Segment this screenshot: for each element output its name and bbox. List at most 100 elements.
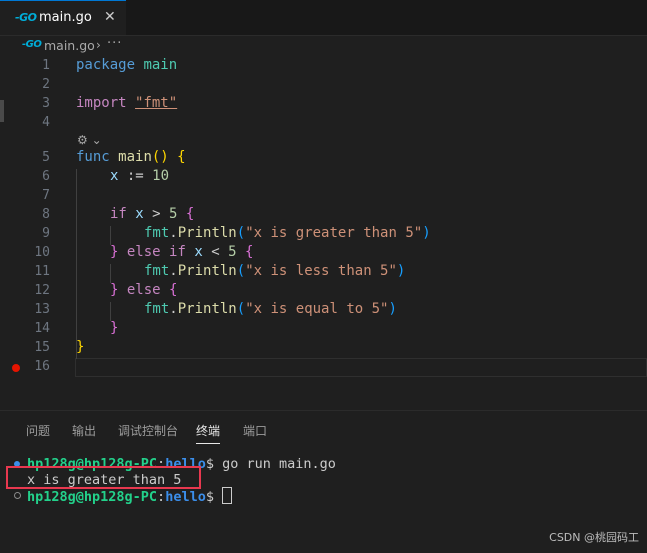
code-token: . [169, 225, 178, 241]
tab-main-go[interactable]: -GO main.go ✕ [0, 0, 126, 35]
breadcrumb-file[interactable]: main.go [44, 38, 95, 53]
code-token: package [76, 57, 136, 73]
chevron-right-icon: › [96, 38, 101, 52]
code-token: . [169, 301, 178, 317]
prompt-user: hp128g@hp128g-PC [27, 489, 158, 505]
code-line-3: import "fmt" [76, 95, 177, 111]
code-token: if [169, 244, 186, 260]
go-file-icon: -GO [22, 39, 42, 50]
tab-ports[interactable]: 端口 [243, 422, 267, 439]
code-token: 5 [228, 244, 237, 260]
code-token: { [177, 149, 186, 165]
tab-problems[interactable]: 问题 [26, 422, 50, 439]
line-number: 2 [42, 77, 50, 92]
line-number: 4 [42, 115, 50, 130]
code-line-5: func main() { [76, 149, 186, 165]
code-token: { [185, 206, 195, 222]
code-token: func [76, 149, 110, 165]
code-line-11: fmt.Println("x is less than 5") [144, 263, 405, 279]
indent-guide [110, 264, 111, 283]
code-token: 10 [152, 168, 170, 184]
code-token: ( [236, 225, 246, 241]
code-token: } [110, 282, 119, 298]
code-line-13: fmt.Println("x is equal to 5") [144, 301, 397, 317]
tab-terminal[interactable]: 终端 [196, 422, 220, 439]
breadcrumb: -GO main.go › ··· [0, 35, 647, 57]
code-token: "x is greater than 5" [245, 225, 423, 241]
indent-guide [76, 169, 77, 359]
highlight-box [6, 466, 201, 489]
terminal-line-prompt[interactable]: hp128g@hp128g-PC:hello$ [27, 487, 233, 505]
tab-bar: -GO main.go ✕ [0, 0, 647, 36]
go-file-icon: -GO [15, 11, 37, 24]
code-token: fmt [144, 301, 170, 317]
code-token: else [126, 244, 161, 260]
line-number: 10 [34, 245, 50, 260]
tab-debug-console[interactable]: 调试控制台 [118, 422, 178, 439]
command-decoration-icon[interactable] [14, 492, 21, 499]
line-number: 11 [34, 264, 50, 279]
code-line-10: } else if x < 5 { [110, 244, 253, 260]
code-token: fmt [144, 225, 170, 241]
breakpoint-icon[interactable] [12, 364, 20, 372]
code-token: 5 [169, 206, 178, 222]
more-icon[interactable]: ··· [107, 36, 122, 51]
code-token: } [110, 320, 119, 336]
code-token: () [151, 149, 169, 165]
code-token: := [126, 168, 144, 184]
code-token: ) [422, 225, 431, 241]
prompt-colon: : [157, 489, 166, 505]
code-line-6: x := 10 [110, 168, 169, 184]
code-line-8: if x > 5 { [110, 206, 194, 222]
active-tab-indicator [196, 443, 220, 444]
code-line-9: fmt.Println("x is greater than 5") [144, 225, 431, 241]
code-line-12: } else { [110, 282, 177, 298]
code-token: ( [236, 263, 246, 279]
line-number: 15 [34, 340, 50, 355]
code-line-14: } [110, 320, 118, 336]
indent-guide [110, 226, 111, 245]
code-token: "x is less than 5" [245, 263, 397, 279]
line-number: 8 [42, 207, 50, 222]
line-number: 9 [42, 226, 50, 241]
code-line-1: package main [76, 57, 177, 73]
terminal-command: go run main.go [222, 456, 336, 472]
tab-output[interactable]: 输出 [72, 422, 96, 439]
line-number: 13 [34, 302, 50, 317]
code-token: Println [177, 301, 237, 317]
code-token: { [244, 244, 254, 260]
code-token: x [135, 206, 144, 222]
prompt-dollar: $ [205, 489, 214, 505]
line-number: 6 [42, 169, 50, 184]
line-number: 16 [34, 359, 50, 374]
watermark: CSDN @桃园码工 [549, 531, 639, 544]
code-token: ( [236, 301, 246, 317]
code-token: x [110, 168, 119, 184]
prompt-dollar: $ [205, 456, 214, 472]
current-line-highlight [75, 358, 647, 377]
line-number: 7 [42, 188, 50, 203]
code-token: "x is equal to 5" [245, 301, 389, 317]
line-number: 5 [42, 150, 50, 165]
code-token[interactable]: "fmt" [135, 95, 177, 111]
code-token: < [211, 244, 220, 260]
code-token: else [126, 282, 161, 298]
line-number: 1 [42, 58, 50, 73]
close-icon[interactable]: ✕ [104, 9, 116, 25]
line-number: 3 [42, 96, 50, 111]
code-editor[interactable]: 1 2 3 4 5 6 7 8 9 10 11 12 13 14 15 16 p… [0, 57, 647, 410]
code-token: import [76, 95, 127, 111]
code-token: } [110, 244, 119, 260]
code-token: ) [388, 301, 397, 317]
indent-guide [110, 302, 111, 321]
code-token: Println [177, 225, 237, 241]
code-line-15: } [76, 339, 84, 355]
code-token: { [169, 282, 178, 298]
code-token: } [76, 339, 85, 355]
code-token: Println [177, 263, 237, 279]
code-token: if [110, 206, 127, 222]
code-token: main [118, 149, 152, 165]
code-token: . [169, 263, 178, 279]
code-token: x [194, 244, 203, 260]
codelens-icon[interactable]: ⚙ ⌄ [77, 133, 102, 147]
